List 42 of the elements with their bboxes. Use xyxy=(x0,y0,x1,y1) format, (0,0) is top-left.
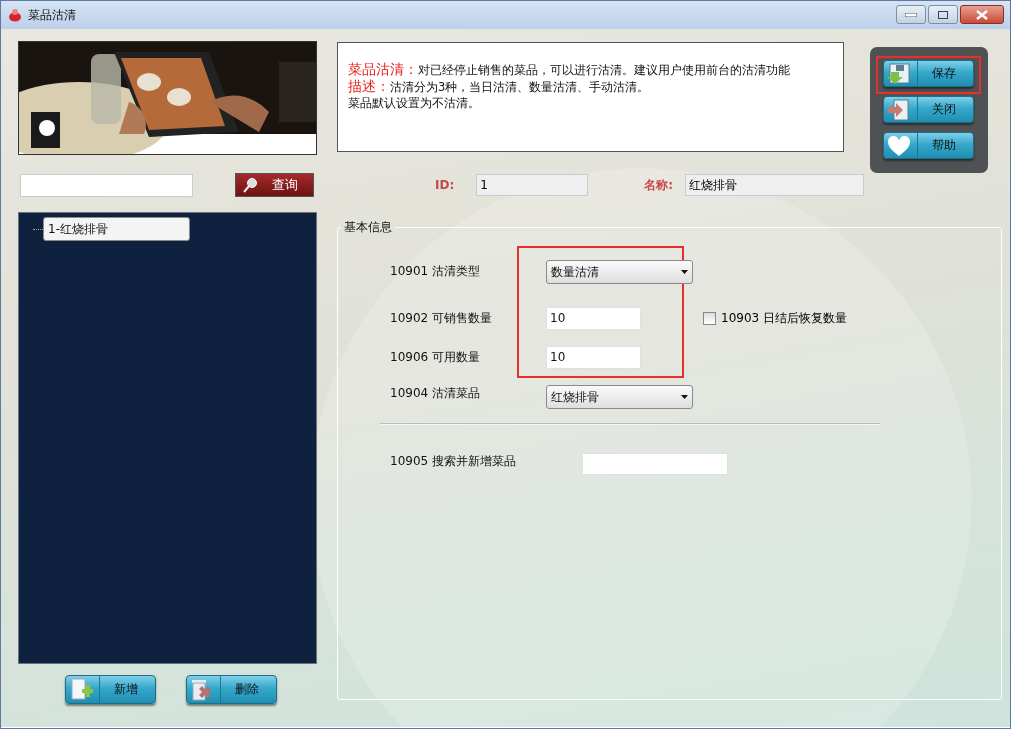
dropdown-arrow-icon xyxy=(681,395,688,399)
description-line: 描述：沽清分为3种，当日沽清、数量沽清、手动沽清。 xyxy=(348,78,651,95)
add-button[interactable]: 新增 xyxy=(65,675,156,704)
input-field[interactable]: 10 xyxy=(546,346,641,369)
minimize-icon xyxy=(905,12,917,17)
field-label: 10906 可用数量 xyxy=(390,349,481,366)
delete-button[interactable]: 删除 xyxy=(186,675,277,704)
app-icon xyxy=(8,8,22,22)
exit-door-icon xyxy=(887,98,911,121)
readonly-field[interactable]: 红烧排骨 xyxy=(685,174,865,196)
input-field[interactable]: 10 xyxy=(546,307,641,330)
checkbox[interactable] xyxy=(703,312,716,325)
readonly-field[interactable]: 1 xyxy=(476,174,589,196)
maximize-button[interactable] xyxy=(928,5,958,24)
field-label: 10904 沽清菜品 xyxy=(390,384,481,402)
dropdown[interactable]: 数量沽清 xyxy=(546,260,693,284)
field-label: 名称: xyxy=(644,176,674,194)
trash-delete-icon xyxy=(190,677,214,702)
maximize-icon xyxy=(938,10,948,19)
save-button[interactable]: 保存 xyxy=(883,60,974,87)
window-title: 菜品沽清 xyxy=(28,6,76,24)
heart-icon xyxy=(887,134,911,157)
help-button[interactable]: 帮助 xyxy=(883,132,974,159)
field-label: 10901 沽清类型 xyxy=(390,262,481,280)
description-line: 菜品沽清：对已经停止销售的菜品，可以进行沽清。建议用户使用前台的沽清功能 xyxy=(348,61,791,78)
group-title: 基本信息 xyxy=(343,219,393,236)
field-label: 10902 可销售数量 xyxy=(390,310,493,327)
field-label: ID: xyxy=(435,178,455,192)
search-icon xyxy=(242,177,258,193)
tree-item[interactable]: 1-红烧排骨 xyxy=(43,217,190,241)
dropdown[interactable]: 红烧排骨 xyxy=(546,385,693,409)
search-field[interactable] xyxy=(20,173,193,197)
close-button[interactable]: 关闭 xyxy=(883,96,974,123)
dropdown-arrow-icon xyxy=(681,270,688,274)
description-line: 菜品默认设置为不沽清。 xyxy=(348,95,481,111)
field-label: 10905 搜索并新增菜品 xyxy=(390,452,517,470)
query-button[interactable]: 查询 xyxy=(235,173,314,197)
close-button[interactable] xyxy=(960,5,1004,24)
close-icon xyxy=(976,9,988,20)
add-document-icon xyxy=(69,677,93,702)
checkbox-label: 10903 日结后恢复数量 xyxy=(721,310,847,327)
input-field[interactable] xyxy=(582,453,728,475)
